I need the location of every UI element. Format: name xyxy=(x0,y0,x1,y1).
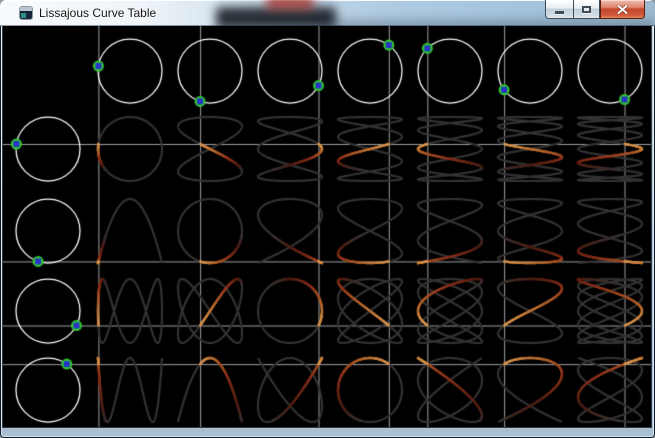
maximize-icon xyxy=(582,6,591,13)
app-icon xyxy=(20,7,32,19)
minimize-button[interactable] xyxy=(545,0,573,19)
close-button[interactable] xyxy=(600,0,645,19)
aero-glass-smudge xyxy=(216,7,336,26)
lissajous-canvas xyxy=(3,26,651,427)
aero-glass-smudge-red xyxy=(266,0,314,9)
app-window: Lissajous Curve Table xyxy=(0,0,655,438)
titlebar[interactable]: Lissajous Curve Table xyxy=(0,0,655,26)
window-title: Lissajous Curve Table xyxy=(39,5,156,21)
minimize-icon xyxy=(555,11,564,14)
close-icon xyxy=(617,5,628,14)
maximize-button[interactable] xyxy=(573,0,600,19)
aero-glass-shadow xyxy=(330,20,655,26)
window-controls xyxy=(545,0,645,19)
